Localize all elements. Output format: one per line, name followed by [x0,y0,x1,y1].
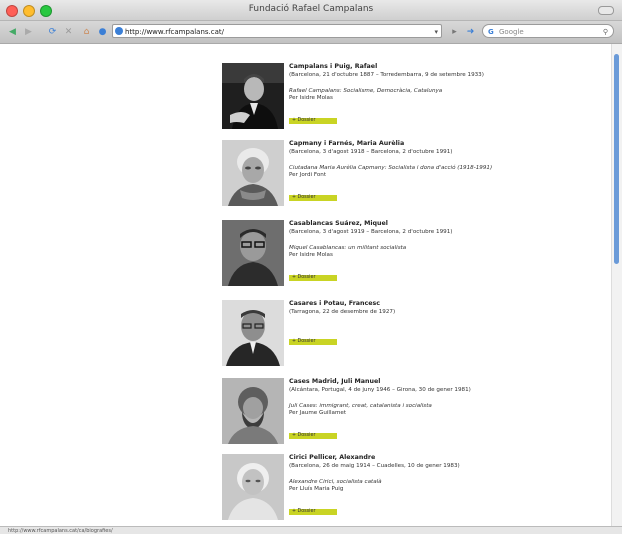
entry-author: Per Isidre Molas [289,95,333,101]
entry-info: Capmany i Farnés, Maria Aurèlia (Barcelo… [289,140,529,179]
entry-info: Cases Madrid, Juli Manuel (Alcántara, Po… [289,378,529,417]
portrait-photo[interactable] [222,378,284,444]
portrait-photo[interactable] [222,220,284,286]
biography-entry: Cirici Pellicer, Alexandre (Barcelona, 2… [222,454,522,526]
reload-icon[interactable]: ⟳ [46,26,59,38]
back-icon[interactable]: ◀ [6,26,19,38]
title-bar: Fundació Rafael Campalans [0,0,622,21]
entry-name[interactable]: Campalans i Puig, Rafael [289,63,529,70]
entry-name[interactable]: Capmany i Farnés, Maria Aurèlia [289,140,529,147]
dropdown-arrow-icon[interactable]: ▾ [434,25,438,39]
search-placeholder: Google [499,28,524,36]
address-bar[interactable]: http://www.rfcampalans.cat/ ▾ [112,24,442,38]
entry-info: Casares i Potau, Francesc (Tarragona, 22… [289,300,529,316]
more-button[interactable]: + Dossier [289,195,337,201]
entry-name[interactable]: Cirici Pellicer, Alexandre [289,454,529,461]
more-button[interactable]: + Dossier [289,275,337,281]
entry-author: Per Jaume Guillamet [289,410,347,416]
entry-info: Cirici Pellicer, Alexandre (Barcelona, 2… [289,454,529,493]
entry-work-title[interactable]: Rafael Campalans: Socialisme, Democràcia… [289,88,529,95]
entry-author: Per Isidre Molas [289,252,333,258]
entry-work-title[interactable]: Ciutadana Maria Aurèlia Capmany: Sociali… [289,165,529,172]
entry-dates: (Barcelona, 3 d'agost 1919 – Barcelona, … [289,229,453,235]
search-icon[interactable]: ⚲ [603,25,608,39]
portrait-photo[interactable] [222,140,284,206]
entry-name[interactable]: Casablancas Suárez, Miquel [289,220,529,227]
entry-author: Per Jordi Font [289,172,327,178]
scrollbar-thumb[interactable] [614,54,619,264]
more-button[interactable]: + Dossier [289,118,337,124]
more-button[interactable]: + Dossier [289,509,337,515]
entry-work-title[interactable]: Miquel Casablancas: un militant socialis… [289,245,529,252]
entry-dates: (Barcelona, 26 de maig 1914 – Cuadelles,… [289,463,460,469]
entry-dates: (Tarragona, 22 de desembre de 1927) [289,309,396,315]
toolbar-toggle-button[interactable] [598,6,614,15]
entry-author: Per Lluís Maria Puig [289,486,344,492]
status-bar: http://www.rfcampalans.cat/ca/biografies… [0,526,622,534]
entry-dates: (Alcántara, Portugal, 4 de juny 1946 – G… [289,387,471,393]
entry-dates: (Barcelona, 3 d'agost 1918 – Barcelona, … [289,149,453,155]
browser-window: Fundació Rafael Campalans ◀ ▶ ⟳ ✕ ⌂ ● ht… [0,0,622,534]
entry-name[interactable]: Cases Madrid, Juli Manuel [289,378,529,385]
page-content: Campalans i Puig, Rafael (Barcelona, 21 … [0,44,612,526]
biography-entry: Casares i Potau, Francesc (Tarragona, 22… [222,300,522,372]
forward-icon[interactable]: ▶ [22,26,35,38]
entry-work-title[interactable]: Juli Cases: immigrant, creat, catalanist… [289,403,529,410]
more-button[interactable]: + Dossier [289,433,337,439]
biography-entry: Casablancas Suárez, Miquel (Barcelona, 3… [222,220,522,292]
feed-icon[interactable]: ▸ [448,26,461,38]
entry-info: Campalans i Puig, Rafael (Barcelona, 21 … [289,63,529,102]
window-title: Fundació Rafael Campalans [248,4,374,14]
portrait-photo[interactable] [222,63,284,129]
go-icon[interactable]: ➜ [464,26,477,38]
globe-icon [115,27,123,35]
entry-work-title[interactable]: Alexandre Cirici, socialista català [289,479,529,486]
browser-toolbar: ◀ ▶ ⟳ ✕ ⌂ ● http://www.rfcampalans.cat/ … [0,21,622,44]
more-button[interactable]: + Dossier [289,339,337,345]
biography-entry: Capmany i Farnés, Maria Aurèlia (Barcelo… [222,140,522,212]
home-icon[interactable]: ⌂ [80,26,93,38]
biography-entry: Campalans i Puig, Rafael (Barcelona, 21 … [222,63,522,135]
portrait-photo[interactable] [222,300,284,366]
vertical-scrollbar[interactable] [611,44,622,526]
bookmark-icon[interactable]: ● [96,26,109,38]
entry-dates: (Barcelona, 21 d'octubre 1887 – Torredem… [289,72,484,78]
url-text: http://www.rfcampalans.cat/ [125,28,225,36]
search-field[interactable]: G Google ⚲ [482,24,614,38]
stop-icon[interactable]: ✕ [62,26,75,38]
google-icon: G [488,28,494,36]
entry-info: Casablancas Suárez, Miquel (Barcelona, 3… [289,220,529,259]
entry-name[interactable]: Casares i Potau, Francesc [289,300,529,307]
biography-entry: Cases Madrid, Juli Manuel (Alcántara, Po… [222,378,522,450]
portrait-photo[interactable] [222,454,284,520]
